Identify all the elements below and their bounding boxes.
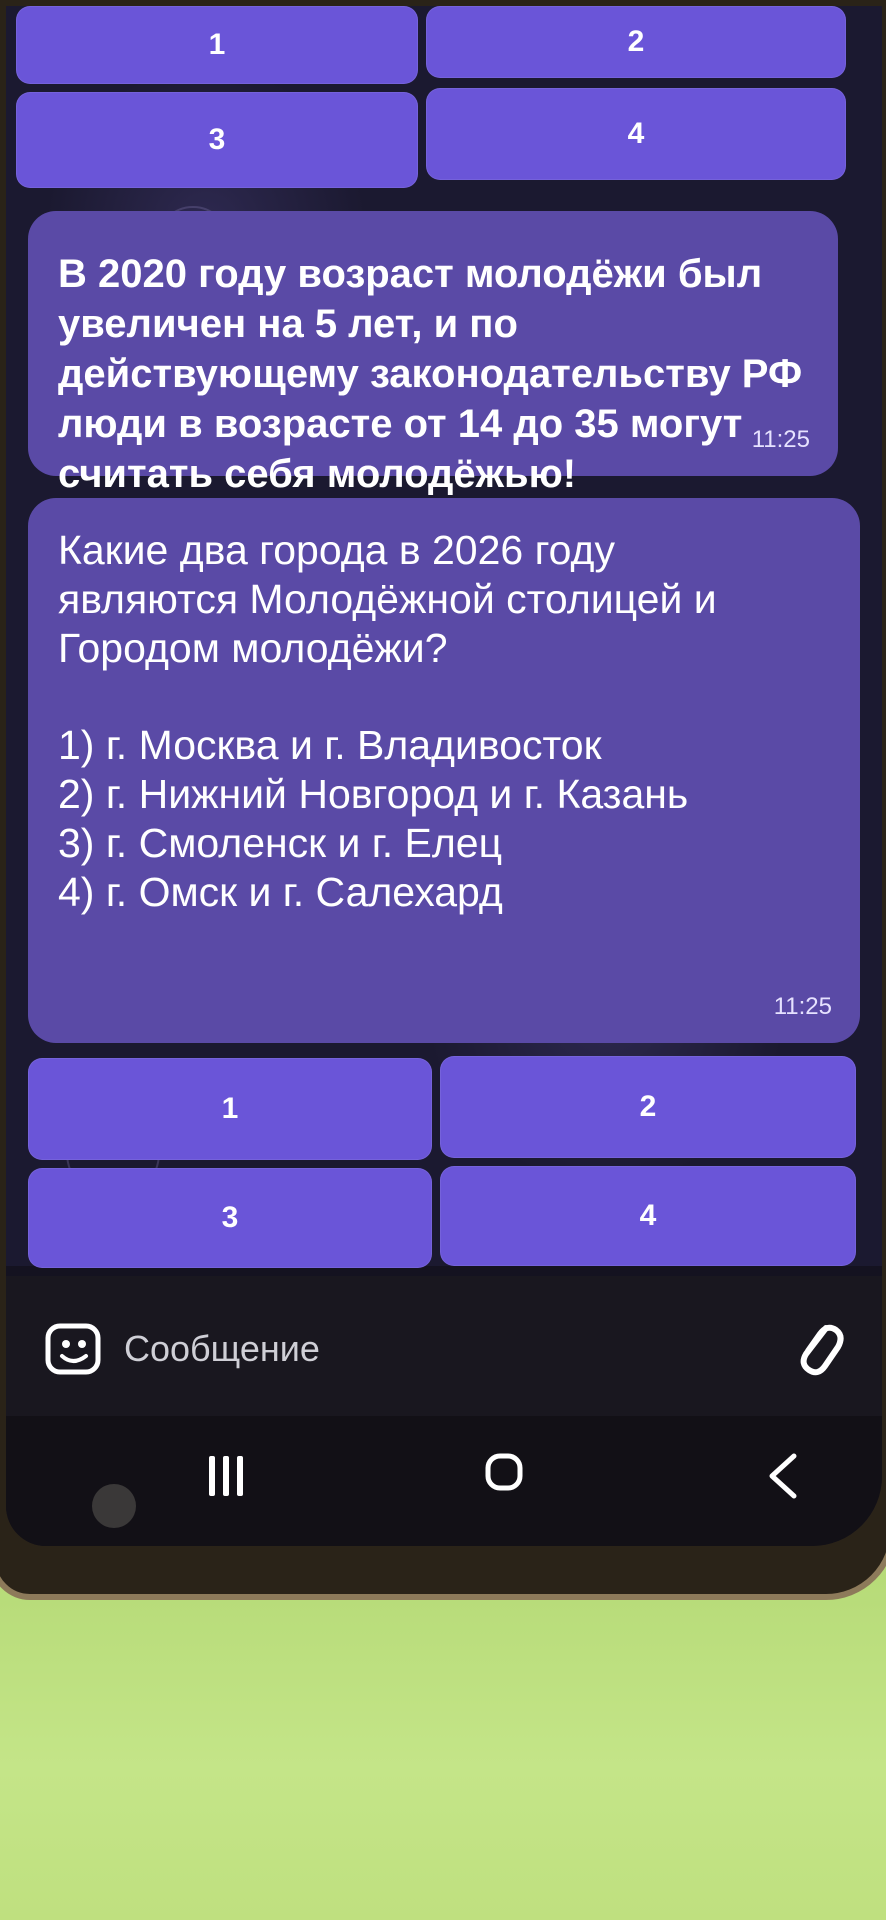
keyboard-top-button-3[interactable]: 3 bbox=[16, 92, 418, 188]
question-text: Какие два города в 2026 году являются Мо… bbox=[58, 527, 717, 671]
message-bubble-info[interactable]: В 2020 году возраст молодёжи был увеличе… bbox=[28, 211, 838, 496]
button-label: 4 bbox=[627, 117, 645, 150]
message-input[interactable]: Сообщение bbox=[124, 1328, 320, 1370]
option-1: 1) г. Москва и г. Владивосток bbox=[58, 722, 602, 768]
system-navigation-bar bbox=[6, 1416, 882, 1546]
phone-screen: 1 2 3 4 В 2020 году возраст молодёжи был… bbox=[6, 6, 882, 1546]
home-icon[interactable] bbox=[484, 1452, 524, 1492]
front-camera bbox=[92, 1484, 136, 1528]
message-bubble-question[interactable]: Какие два города в 2026 году являются Мо… bbox=[28, 498, 860, 1043]
keyboard-top-button-2[interactable]: 2 bbox=[426, 6, 846, 78]
option-4: 4) г. Омск и г. Салехард bbox=[58, 869, 503, 915]
sticker-emoji-icon[interactable] bbox=[44, 1322, 104, 1378]
button-label: 3 bbox=[221, 1201, 239, 1234]
keyboard-bottom-button-1[interactable]: 1 bbox=[28, 1058, 432, 1160]
button-label: 1 bbox=[208, 28, 226, 61]
back-icon[interactable] bbox=[766, 1452, 800, 1500]
keyboard-bottom-button-2[interactable]: 2 bbox=[440, 1056, 856, 1158]
message-input-bar: Сообщение bbox=[6, 1276, 882, 1416]
keyboard-bottom-button-3[interactable]: 3 bbox=[28, 1168, 432, 1268]
button-label: 3 bbox=[208, 123, 226, 156]
message-text: В 2020 году возраст молодёжи был увеличе… bbox=[58, 252, 803, 496]
keyboard-bottom-button-4[interactable]: 4 bbox=[440, 1166, 856, 1266]
button-label: 2 bbox=[627, 25, 645, 58]
keyboard-top-button-4[interactable]: 4 bbox=[426, 88, 846, 180]
paperclip-icon[interactable] bbox=[790, 1314, 846, 1384]
phone-body: 1 2 3 4 В 2020 году возраст молодёжи был… bbox=[0, 0, 886, 1600]
button-label: 1 bbox=[221, 1092, 239, 1125]
recents-icon[interactable] bbox=[206, 1454, 246, 1498]
button-label: 4 bbox=[639, 1199, 657, 1232]
option-2: 2) г. Нижний Новгород и г. Казань bbox=[58, 771, 689, 817]
button-label: 2 bbox=[639, 1090, 657, 1123]
keyboard-top-button-1[interactable]: 1 bbox=[16, 6, 418, 84]
message-time: 11:25 bbox=[773, 993, 832, 1020]
option-3: 3) г. Смоленск и г. Елец bbox=[58, 820, 503, 866]
message-time: 11:25 bbox=[751, 426, 810, 453]
